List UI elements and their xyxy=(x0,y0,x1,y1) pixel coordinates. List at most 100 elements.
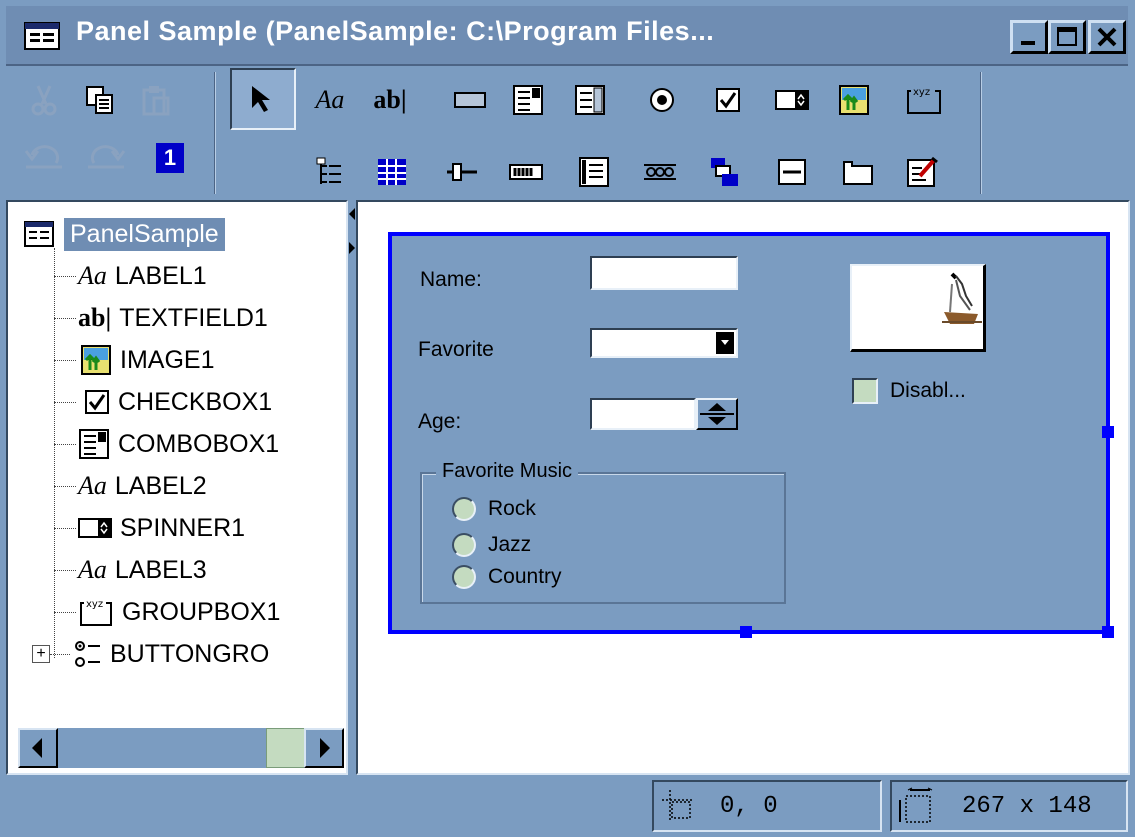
resize-handle-right[interactable] xyxy=(1102,426,1114,438)
pointer-icon xyxy=(252,86,270,112)
image-icon xyxy=(81,345,111,375)
radio-tool-button[interactable] xyxy=(642,80,682,120)
radio-tool-icon xyxy=(650,88,674,112)
size-status: 267 x 148 xyxy=(890,780,1128,832)
tree-item-image1[interactable]: IMAGE1 xyxy=(54,340,214,380)
scroll-right-button[interactable] xyxy=(304,728,344,768)
radio-jazz[interactable]: Jazz xyxy=(452,530,531,560)
cut-button[interactable] xyxy=(24,80,64,120)
button-tool-button[interactable] xyxy=(450,80,490,120)
checkbox-tool-button[interactable] xyxy=(708,80,748,120)
radio-label: Rock xyxy=(488,497,536,520)
tree-item-label: SPINNER1 xyxy=(120,513,246,542)
slider-tool-icon xyxy=(447,163,477,181)
tree-item-label3[interactable]: Aa LABEL3 xyxy=(54,550,207,590)
tree-item-checkbox1[interactable]: CHECKBOX1 xyxy=(54,382,272,422)
radio-rock[interactable]: Rock xyxy=(452,494,536,524)
name-label: Name: xyxy=(420,268,482,291)
tree-item-label: TEXTFIELD1 xyxy=(119,303,268,332)
name-input[interactable] xyxy=(590,256,738,290)
favorite-combobox[interactable] xyxy=(590,328,738,358)
undo-button[interactable] xyxy=(24,136,64,176)
copy-button[interactable] xyxy=(80,80,120,120)
expand-icon[interactable]: + xyxy=(32,645,50,663)
textarea-tool-button[interactable] xyxy=(574,152,614,192)
status-bar: 0, 0 267 x 148 xyxy=(6,776,1128,834)
svg-text:xyz: xyz xyxy=(913,87,930,98)
checkbox-label: Disabl... xyxy=(890,379,966,402)
close-button[interactable] xyxy=(1088,20,1126,54)
tree-item-label: LABEL1 xyxy=(114,261,207,290)
tree-item-groupbox1[interactable]: xyz GROUPBOX1 xyxy=(54,592,280,632)
table-tool-button[interactable] xyxy=(372,152,412,192)
menu-tool-button[interactable] xyxy=(704,152,744,192)
checkbox-box[interactable] xyxy=(852,378,878,404)
radio-button[interactable] xyxy=(452,497,476,521)
resize-handle-bottom[interactable] xyxy=(740,626,752,638)
label-icon: Aa xyxy=(78,555,107,584)
tree-item-label: COMBOBOX1 xyxy=(118,429,280,458)
menu-tool-icon xyxy=(711,158,738,186)
radio-button[interactable] xyxy=(452,533,476,557)
list-tool-button[interactable] xyxy=(570,80,610,120)
resize-handle-corner[interactable] xyxy=(1102,626,1114,638)
radio-button[interactable] xyxy=(452,565,476,589)
chevron-down-icon xyxy=(721,340,729,345)
window-title: Panel Sample (PanelSample: C:\Program Fi… xyxy=(76,16,715,46)
position-status: 0, 0 xyxy=(652,780,882,832)
disable-checkbox[interactable]: Disabl... xyxy=(852,378,966,404)
toolbar-separator-end xyxy=(980,72,982,194)
scroll-left-button[interactable] xyxy=(18,728,58,768)
image-preview[interactable] xyxy=(850,264,986,352)
spinner-arrows-icon xyxy=(700,403,734,425)
scroll-thumb[interactable] xyxy=(266,728,306,768)
component-tree[interactable]: PanelSample Aa LABEL1 ab| TEXTFIELD1 IMA… xyxy=(6,200,348,775)
image-tool-button[interactable] xyxy=(834,80,874,120)
ship-image-icon xyxy=(942,272,982,324)
combobox-icon xyxy=(79,429,109,459)
redo-button[interactable] xyxy=(86,136,126,176)
textfield-tool-button[interactable]: ab| xyxy=(370,80,410,120)
minimize-icon xyxy=(1021,41,1035,45)
button-tool-icon xyxy=(454,92,486,108)
tree-root[interactable]: PanelSample xyxy=(24,214,225,254)
tab-order-button[interactable]: 1 xyxy=(150,138,190,178)
checkbox-tool-icon xyxy=(716,88,740,112)
arrow-right-icon xyxy=(320,738,330,758)
tree-item-buttongroup[interactable]: + BUTTONGRO xyxy=(32,634,269,674)
minimize-button[interactable] xyxy=(1010,20,1048,54)
buttongroup-tool-button[interactable] xyxy=(640,152,680,192)
label-icon: Aa xyxy=(78,471,107,500)
tree-tool-button[interactable] xyxy=(310,152,350,192)
radio-country[interactable]: Country xyxy=(452,562,562,592)
paste-button[interactable] xyxy=(136,80,176,120)
checkbox-icon xyxy=(85,390,109,414)
edit-properties-button[interactable] xyxy=(902,152,942,192)
tree-item-textfield1[interactable]: ab| TEXTFIELD1 xyxy=(54,298,268,338)
tree-item-label1[interactable]: Aa LABEL1 xyxy=(54,256,207,296)
pointer-tool-button[interactable] xyxy=(230,68,296,130)
title-bar[interactable]: Panel Sample (PanelSample: C:\Program Fi… xyxy=(6,6,1128,66)
tree-horizontal-scrollbar[interactable] xyxy=(18,728,344,768)
redo-icon xyxy=(88,145,126,169)
toolbar-tool-button[interactable] xyxy=(772,152,812,192)
age-spinner-input[interactable] xyxy=(590,398,696,430)
list-tool-icon xyxy=(575,85,605,115)
label-tool-button[interactable]: Aa xyxy=(310,80,350,120)
groupbox-tool-button[interactable]: xyz xyxy=(904,80,944,120)
progress-tool-button[interactable] xyxy=(506,152,546,192)
combobox-tool-button[interactable] xyxy=(508,80,548,120)
undo-icon xyxy=(24,145,62,169)
maximize-button[interactable] xyxy=(1048,20,1086,54)
tabbed-pane-tool-button[interactable] xyxy=(838,152,878,192)
groupbox-title: Favorite Music xyxy=(436,460,579,483)
combobox-dropdown-button[interactable] xyxy=(716,332,734,354)
radio-label: Jazz xyxy=(488,533,532,556)
age-spinner-buttons[interactable] xyxy=(696,398,738,430)
panel-window-icon xyxy=(24,22,60,50)
spinner-tool-button[interactable] xyxy=(772,80,812,120)
tree-item-combobox1[interactable]: COMBOBOX1 xyxy=(54,424,279,464)
tree-item-spinner1[interactable]: SPINNER1 xyxy=(54,508,245,548)
tree-item-label2[interactable]: Aa LABEL2 xyxy=(54,466,207,506)
slider-tool-button[interactable] xyxy=(442,152,482,192)
